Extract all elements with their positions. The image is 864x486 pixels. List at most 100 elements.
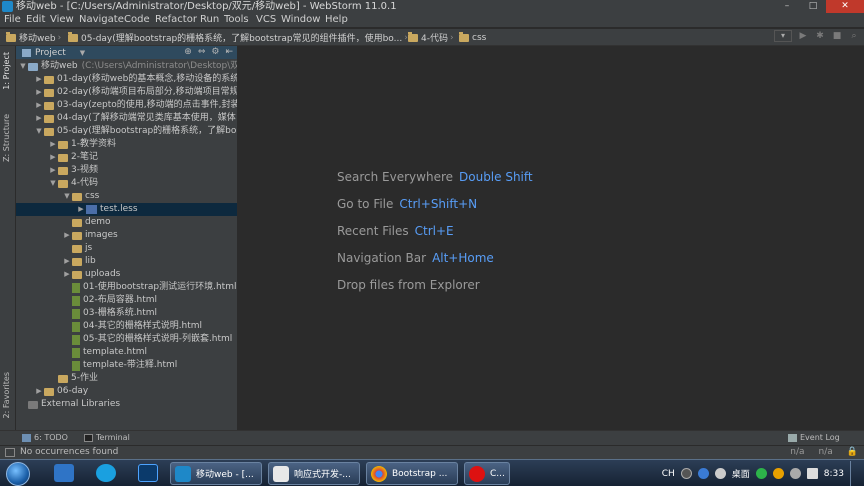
tree-row[interactable]: ▼ 移动web (C:\Users\Administrator\Desktop\双	[16, 60, 237, 73]
collapsed-arrow-icon[interactable]: ▶	[62, 229, 72, 242]
structure-tool-tab[interactable]: Z: Structure	[2, 114, 11, 162]
terminal-tool-button[interactable]: Terminal	[84, 433, 130, 442]
menu-edit[interactable]: Edit	[26, 14, 45, 25]
security-icon[interactable]	[755, 468, 767, 479]
breadcrumb-day05[interactable]: 05-day(理解bootstrap的栅格系统，了解bootstrap常见的组件…	[68, 31, 410, 44]
taskbar-task-document[interactable]: 响应式开发-...	[268, 462, 360, 485]
tree-row[interactable]: ▶ images	[16, 229, 237, 242]
notification-icon[interactable]	[772, 468, 784, 479]
hide-panel-icon[interactable]: ⇤	[225, 47, 233, 57]
settings-gear-icon[interactable]: ⚙	[211, 47, 219, 57]
expanded-arrow-icon[interactable]: ▼	[18, 60, 28, 73]
help-icon[interactable]	[697, 468, 709, 479]
desktop-toolbar[interactable]: 桌面	[732, 467, 750, 480]
event-log-button[interactable]: Event Log	[788, 433, 840, 442]
expanded-arrow-icon[interactable]: ▼	[34, 125, 44, 138]
menu-view[interactable]: View	[50, 14, 74, 25]
run-icon[interactable]: ▶	[797, 30, 809, 42]
tree-row[interactable]: 02-布局容器.html	[16, 294, 237, 307]
collapsed-arrow-icon[interactable]: ▶	[76, 203, 86, 216]
favorites-tool-tab[interactable]: 2: Favorites	[2, 372, 11, 418]
clock[interactable]: 8:33	[824, 469, 844, 479]
tree-row[interactable]: ▼ 4-代码	[16, 177, 237, 190]
close-button[interactable]: ✕	[826, 0, 864, 13]
menu-navigate[interactable]: Navigate	[79, 14, 124, 25]
chevron-down-icon[interactable]: ▼	[80, 49, 85, 57]
tree-row[interactable]: ▶ 3-视频	[16, 164, 237, 177]
tree-row[interactable]: 05-其它的栅格样式说明-列嵌套.html	[16, 333, 237, 346]
scroll-from-source-icon[interactable]: ⊕	[184, 47, 192, 57]
breadcrumb-css[interactable]: css	[459, 31, 486, 44]
tree-row[interactable]: template.html	[16, 346, 237, 359]
expanded-arrow-icon[interactable]: ▼	[48, 177, 58, 190]
menu-run[interactable]: Run	[200, 14, 219, 25]
collapsed-arrow-icon[interactable]: ▶	[62, 268, 72, 281]
menu-help[interactable]: Help	[325, 14, 348, 25]
menu-tools[interactable]: Tools	[224, 14, 249, 25]
menu-window[interactable]: Window	[281, 14, 320, 25]
tree-row[interactable]: ▶ test.less	[16, 203, 237, 216]
tree-row[interactable]: template-带注释.html	[16, 359, 237, 372]
menu-code[interactable]: Code	[124, 14, 150, 25]
tree-row[interactable]: demo	[16, 216, 237, 229]
tree-row[interactable]: ▶ 04-day(了解移动端常见类库基本使用，媒体	[16, 112, 237, 125]
collapsed-arrow-icon[interactable]: ▶	[34, 99, 44, 112]
photoshop-icon[interactable]	[138, 464, 158, 482]
project-tool-tab[interactable]: 1: Project	[2, 52, 11, 90]
taskbar-task-webstorm[interactable]: 移动web - [...	[170, 462, 262, 485]
collapsed-arrow-icon[interactable]: ▶	[48, 138, 58, 151]
breadcrumb-code[interactable]: 4-代码 ›	[408, 31, 456, 44]
status-position[interactable]: n/a	[790, 447, 804, 457]
collapsed-arrow-icon[interactable]: ▶	[34, 385, 44, 398]
toggle-tool-windows-icon[interactable]	[5, 447, 15, 457]
breadcrumb-root[interactable]: 移动web ›	[6, 31, 63, 44]
tree-row[interactable]: js	[16, 242, 237, 255]
tree-row[interactable]: ▼ css	[16, 190, 237, 203]
tree-row[interactable]: 5-作业	[16, 372, 237, 385]
keyboard-icon[interactable]	[680, 468, 692, 479]
settings-icon[interactable]	[714, 468, 726, 479]
tree-row[interactable]: ▶ uploads	[16, 268, 237, 281]
start-button[interactable]	[6, 462, 30, 486]
browser-app-icon[interactable]	[96, 464, 116, 482]
collapsed-arrow-icon[interactable]: ▶	[34, 86, 44, 99]
tree-row[interactable]: ▶ 02-day(移动端项目布局部分,移动端项目常规	[16, 86, 237, 99]
tree-row[interactable]: 01-使用bootstrap测试运行环境.html	[16, 281, 237, 294]
collapsed-arrow-icon[interactable]: ▶	[62, 255, 72, 268]
tree-row[interactable]: ▶ 03-day(zepto的使用,移动端的点击事件,封装	[16, 99, 237, 112]
tree-row[interactable]: ▶ 01-day(移动web的基本概念,移动设备的系统	[16, 73, 237, 86]
taskbar-task-chrome[interactable]: Bootstrap ...	[366, 462, 458, 485]
tree-row[interactable]: 03-栅格系统.html	[16, 307, 237, 320]
search-icon[interactable]: ⌕	[848, 30, 860, 42]
collapsed-arrow-icon[interactable]: ▶	[48, 151, 58, 164]
taskbar-task-recorder[interactable]: C...	[464, 462, 510, 485]
project-view-selector[interactable]: Project	[35, 48, 66, 58]
todo-tool-button[interactable]: 6: TODO	[22, 433, 68, 442]
input-language-indicator[interactable]: CH	[662, 469, 675, 479]
network-icon[interactable]	[789, 468, 801, 479]
collapsed-arrow-icon[interactable]: ▶	[48, 164, 58, 177]
collapse-all-icon[interactable]: ⇔	[198, 47, 206, 57]
menu-file[interactable]: File	[4, 14, 21, 25]
collapsed-arrow-icon[interactable]: ▶	[34, 112, 44, 125]
tree-row[interactable]: ▶ 06-day	[16, 385, 237, 398]
tree-row[interactable]: ▶ lib	[16, 255, 237, 268]
show-desktop-button[interactable]	[850, 461, 860, 486]
debug-icon[interactable]: ✱	[814, 30, 826, 42]
volume-icon[interactable]	[806, 468, 818, 479]
tree-row[interactable]: ▶ 1-教学资料	[16, 138, 237, 151]
tree-row[interactable]: ▼ 05-day(理解bootstrap的栅格系统，了解bo	[16, 125, 237, 138]
lock-icon[interactable]: 🔒	[847, 447, 858, 457]
expanded-arrow-icon[interactable]: ▼	[62, 190, 72, 203]
minimize-button[interactable]: –	[774, 0, 800, 13]
tree-row[interactable]: External Libraries	[16, 398, 237, 411]
media-app-icon[interactable]	[54, 464, 74, 482]
stop-icon[interactable]: ■	[831, 30, 843, 42]
menu-refactor[interactable]: Refactor	[155, 14, 197, 25]
menu-vcs[interactable]: VCS	[256, 14, 276, 25]
collapsed-arrow-icon[interactable]: ▶	[34, 73, 44, 86]
maximize-button[interactable]: □	[800, 0, 826, 13]
run-config-dropdown[interactable]: ▾	[774, 30, 792, 42]
status-encoding[interactable]: n/a	[819, 447, 833, 457]
tree-row[interactable]: ▶ 2-笔记	[16, 151, 237, 164]
